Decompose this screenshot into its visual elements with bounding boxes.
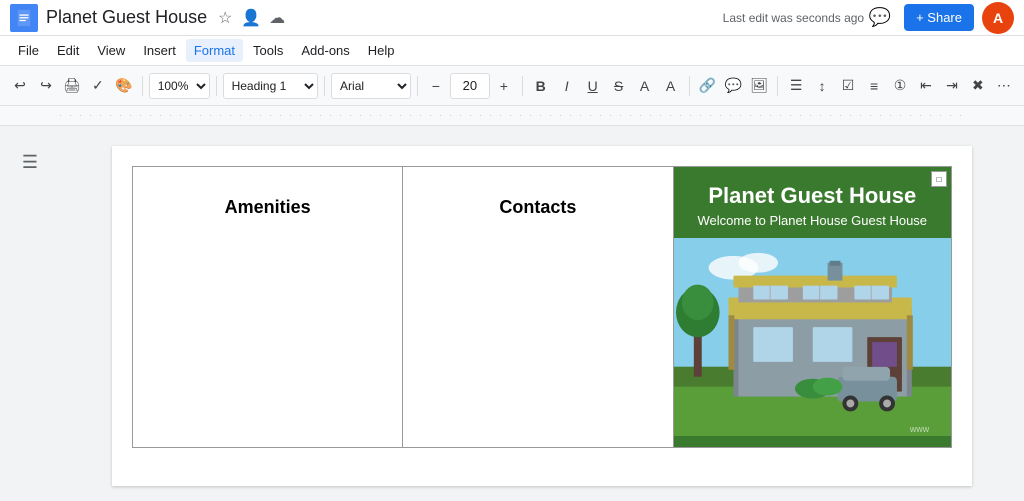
right-icons: 💬 + Share A bbox=[864, 2, 1014, 34]
text-color-button[interactable]: A bbox=[659, 72, 683, 100]
heading-select[interactable]: Heading 1 Heading 2 Normal text bbox=[223, 73, 319, 99]
align-button[interactable]: ☰ bbox=[784, 72, 808, 100]
main-area: ☰ Amenities Contacts bbox=[0, 126, 1024, 501]
separator-7 bbox=[777, 76, 778, 96]
svg-text:www: www bbox=[908, 424, 929, 434]
bullet-list-button[interactable]: ≡ bbox=[862, 72, 886, 100]
resize-handle[interactable]: □ bbox=[931, 171, 947, 187]
star-icon[interactable]: ☆ bbox=[215, 8, 235, 28]
zoom-select[interactable]: 100% 75% 50% 125% 150% bbox=[149, 73, 210, 99]
save-status: Last edit was seconds ago bbox=[723, 11, 864, 25]
doc-title: Planet Guest House bbox=[46, 7, 207, 28]
numbered-list-button[interactable]: ① bbox=[888, 72, 912, 100]
font-size-input[interactable] bbox=[450, 73, 490, 99]
font-select[interactable]: Arial Times New Roman Courier New bbox=[331, 73, 411, 99]
menu-tools[interactable]: Tools bbox=[245, 39, 291, 62]
separator-1 bbox=[142, 76, 143, 96]
page: Amenities Contacts □ Planet Guest House … bbox=[112, 146, 972, 486]
separator-4 bbox=[417, 76, 418, 96]
guest-house-title: Planet Guest House bbox=[674, 167, 951, 213]
clear-format-button[interactable]: ✖ bbox=[966, 72, 990, 100]
doc-canvas: Amenities Contacts □ Planet Guest House … bbox=[60, 126, 1024, 501]
title-icons: ☆ 👤 ☁ bbox=[215, 8, 287, 28]
info-cell[interactable]: □ Planet Guest House Welcome to Planet H… bbox=[673, 167, 951, 448]
building-image: www bbox=[674, 238, 951, 447]
separator-2 bbox=[216, 76, 217, 96]
paint-format-button[interactable]: 🎨 bbox=[112, 72, 136, 100]
increase-indent-button[interactable]: ⇥ bbox=[940, 72, 964, 100]
line-spacing-button[interactable]: ↕ bbox=[810, 72, 834, 100]
underline-button[interactable]: U bbox=[581, 72, 605, 100]
ruler-line bbox=[60, 115, 964, 116]
decrease-font-button[interactable]: − bbox=[424, 72, 448, 100]
table-row: Amenities Contacts □ Planet Guest House … bbox=[133, 167, 952, 448]
doc-table: Amenities Contacts □ Planet Guest House … bbox=[132, 166, 952, 448]
more-options-button[interactable]: ⋯ bbox=[992, 72, 1016, 100]
menu-edit[interactable]: Edit bbox=[49, 39, 87, 62]
checklist-button[interactable]: ☑ bbox=[836, 72, 860, 100]
italic-button[interactable]: I bbox=[555, 72, 579, 100]
avatar[interactable]: A bbox=[982, 2, 1014, 34]
highlight-button[interactable]: A bbox=[633, 72, 657, 100]
undo-button[interactable]: ↩ bbox=[8, 72, 32, 100]
contacts-header: Contacts bbox=[419, 187, 656, 218]
menu-addons[interactable]: Add-ons bbox=[293, 39, 357, 62]
left-panel: ☰ bbox=[0, 126, 60, 501]
menu-help[interactable]: Help bbox=[360, 39, 403, 62]
share-button[interactable]: + Share bbox=[904, 4, 974, 31]
menu-file[interactable]: File bbox=[10, 39, 47, 62]
spellcheck-button[interactable]: ✓ bbox=[86, 72, 110, 100]
guest-house-panel: □ Planet Guest House Welcome to Planet H… bbox=[674, 167, 951, 447]
separator-5 bbox=[522, 76, 523, 96]
contacts-cell[interactable]: Contacts bbox=[403, 167, 673, 448]
menu-insert[interactable]: Insert bbox=[135, 39, 184, 62]
toolbar: ↩ ↪ 🖨 ✓ 🎨 100% 75% 50% 125% 150% Heading… bbox=[0, 66, 1024, 106]
menu-format[interactable]: Format bbox=[186, 39, 243, 62]
docs-icon bbox=[10, 4, 38, 32]
outline-icon[interactable]: ☰ bbox=[14, 146, 46, 178]
strikethrough-button[interactable]: S bbox=[607, 72, 631, 100]
comment-toolbar-button[interactable]: 💬 bbox=[721, 72, 745, 100]
image-button[interactable]: 🖼 bbox=[747, 72, 771, 100]
menu-bar: File Edit View Insert Format Tools Add-o… bbox=[0, 36, 1024, 66]
link-button[interactable]: 🔗 bbox=[695, 72, 719, 100]
redo-button[interactable]: ↪ bbox=[34, 72, 58, 100]
separator-3 bbox=[324, 76, 325, 96]
increase-font-button[interactable]: + bbox=[492, 72, 516, 100]
account-icon[interactable]: 👤 bbox=[241, 8, 261, 28]
title-bar: Planet Guest House ☆ 👤 ☁ Last edit was s… bbox=[0, 0, 1024, 36]
comment-button[interactable]: 💬 bbox=[864, 2, 896, 34]
decrease-indent-button[interactable]: ⇤ bbox=[914, 72, 938, 100]
ruler bbox=[0, 106, 1024, 126]
guest-house-subtitle: Welcome to Planet House Guest House bbox=[674, 213, 951, 238]
amenities-cell[interactable]: Amenities bbox=[133, 167, 403, 448]
menu-view[interactable]: View bbox=[89, 39, 133, 62]
cloud-icon[interactable]: ☁ bbox=[267, 8, 287, 28]
separator-6 bbox=[689, 76, 690, 96]
bold-button[interactable]: B bbox=[529, 72, 553, 100]
amenities-header: Amenities bbox=[149, 187, 386, 218]
print-button[interactable]: 🖨 bbox=[60, 72, 84, 100]
